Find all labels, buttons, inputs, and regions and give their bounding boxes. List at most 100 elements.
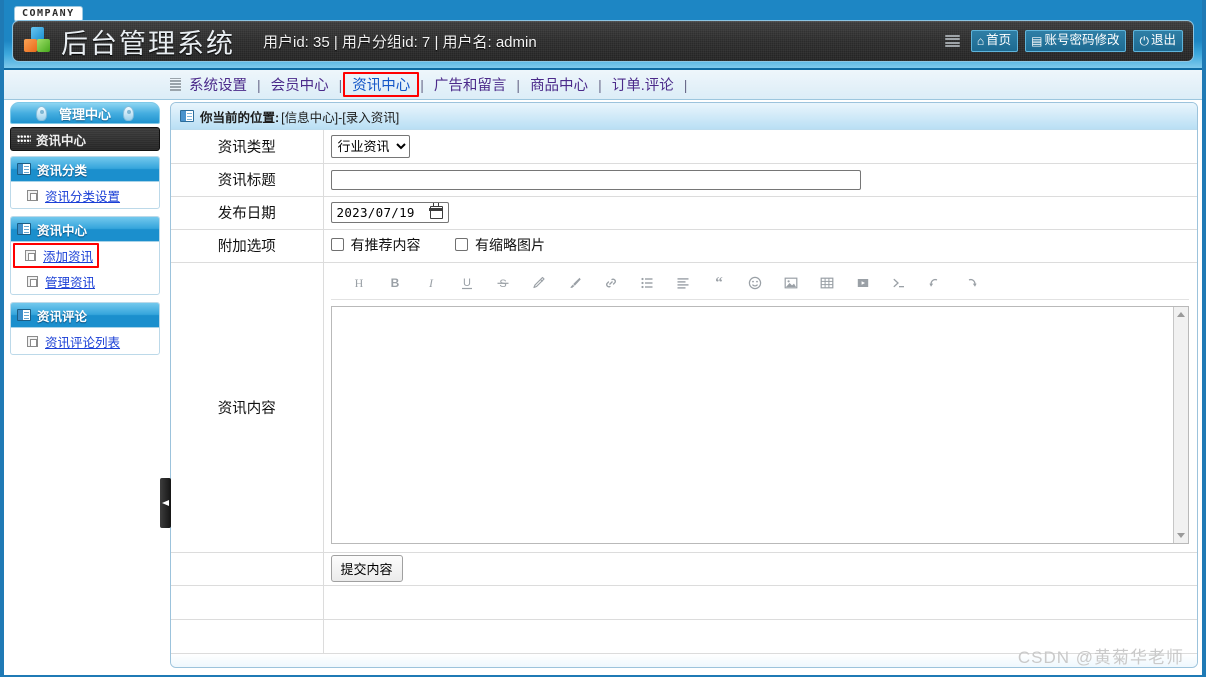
checkbox-box-icon[interactable] <box>330 238 344 252</box>
change-password-button[interactable]: ▤ 账号密码修改 <box>1025 30 1127 52</box>
form-row-extra: 附加选项 有推荐内容 有缩略图片 <box>171 229 1197 263</box>
nav-separator: | <box>683 76 688 93</box>
sidebar-item-label[interactable]: 资讯分类设置 <box>45 186 120 205</box>
sidebar-item-manage-news[interactable]: 管理资讯 <box>11 268 159 294</box>
home-button[interactable]: ⌂ 首页 <box>970 30 1019 52</box>
sidebar-group-label: 资讯分类 <box>37 163 88 178</box>
form-row-date: 发布日期 2023/07/19 <box>171 196 1197 230</box>
italic-icon[interactable]: I <box>413 273 449 293</box>
admin-window: COMPANY 后台管理系统 用户id: 35 | 用户分组id: 7 | 用户… <box>0 0 1206 677</box>
form-row-title: 资讯标题 <box>171 163 1197 197</box>
news-content-editor[interactable] <box>330 305 1189 544</box>
field-news-title <box>323 163 1197 197</box>
submit-row-spacer <box>171 552 324 586</box>
breadcrumb-label: 你当前的位置: <box>200 110 280 125</box>
sidebar-group-label: 资讯评论 <box>37 309 88 324</box>
align-left-icon[interactable] <box>665 273 701 293</box>
label-news-type: 资讯类型 <box>171 130 324 164</box>
svg-text:U: U <box>463 277 471 289</box>
tab-info-center[interactable]: 资讯中心 <box>343 72 420 97</box>
change-password-label: 账号密码修改 <box>1044 33 1120 47</box>
top-nav-bar: 系统设置 | 会员中心 | 资讯中心 | 广告和留言 | 商品中心 | 订单.评… <box>4 70 1202 100</box>
app-header: COMPANY 后台管理系统 用户id: 35 | 用户分组id: 7 | 用户… <box>4 0 1202 70</box>
checkbox-recommended[interactable]: 有推荐内容 <box>330 235 421 255</box>
checkbox-box-icon[interactable] <box>454 238 468 252</box>
sidebar-group-label: 资讯中心 <box>37 223 88 238</box>
tab-system-settings[interactable]: 系统设置 <box>180 73 256 96</box>
form-row-submit: 提交内容 <box>171 552 1197 586</box>
screw-right-icon <box>123 106 134 121</box>
sidebar-title: 管理中心 <box>10 102 160 124</box>
image-icon[interactable] <box>773 273 809 293</box>
panel-icon <box>17 309 31 321</box>
publish-date-input[interactable]: 2023/07/19 <box>330 202 449 223</box>
svg-text:B: B <box>390 276 399 290</box>
label-extra-options: 附加选项 <box>171 229 324 263</box>
pen-icon[interactable] <box>521 273 557 293</box>
breadcrumb-path: [信息中心]-[录入资讯] <box>281 110 400 125</box>
redo-icon[interactable] <box>953 273 989 293</box>
menu-grip-icon[interactable] <box>944 35 960 47</box>
breadcrumb: 你当前的位置: [信息中心]-[录入资讯] <box>171 103 1197 130</box>
tab-ads-messages[interactable]: 广告和留言 <box>425 73 516 96</box>
tab-orders-reviews[interactable]: 订单.评论 <box>603 73 683 96</box>
scroll-up-arrow-icon[interactable] <box>1177 311 1185 317</box>
sidebar-item-category-settings[interactable]: 资讯分类设置 <box>11 182 159 208</box>
sidebar-item-add-news[interactable]: 添加资讯 <box>13 242 157 268</box>
empty-cell <box>171 585 324 620</box>
scroll-down-arrow-icon[interactable] <box>1177 532 1185 538</box>
editor-scrollbar[interactable] <box>1173 306 1188 543</box>
sidebar-item-label[interactable]: 管理资讯 <box>45 272 95 291</box>
sidebar-current-module: 资讯中心 <box>10 127 160 151</box>
svg-text:S: S <box>499 278 506 290</box>
table-icon[interactable] <box>809 273 845 293</box>
page-icon <box>27 275 38 287</box>
tab-product-center[interactable]: 商品中心 <box>521 73 597 96</box>
sidebar-item-label[interactable]: 资讯评论列表 <box>45 332 120 351</box>
link-icon[interactable] <box>593 273 629 293</box>
list-icon: ▤ <box>1031 33 1043 48</box>
calendar-icon[interactable] <box>428 203 444 219</box>
logout-button[interactable]: ⏻ 退出 <box>1133 30 1183 52</box>
bold-icon[interactable]: B <box>377 273 413 293</box>
sidebar-group-news-center: 资讯中心 添加资讯 管理资讯 <box>10 216 160 295</box>
tab-member-center[interactable]: 会员中心 <box>262 73 338 96</box>
body-split: 管理中心 资讯中心 资讯分类 资讯分类设置 资讯中心 添加资讯 管理资讯 资讯评… <box>4 100 1202 675</box>
screw-left-icon <box>36 106 47 121</box>
checkbox-thumbnail[interactable]: 有缩略图片 <box>454 235 545 255</box>
power-icon: ⏻ <box>1139 33 1149 48</box>
brush-icon[interactable] <box>557 273 593 293</box>
underline-icon[interactable]: U <box>449 273 485 293</box>
label-publish-date: 发布日期 <box>171 196 324 230</box>
location-icon <box>180 110 194 122</box>
video-icon[interactable] <box>845 273 881 293</box>
news-type-select[interactable]: 行业资讯 <box>330 134 410 158</box>
undo-icon[interactable] <box>917 273 953 293</box>
sidebar-group-news-comments: 资讯评论 资讯评论列表 <box>10 302 160 355</box>
header-bar: 后台管理系统 用户id: 35 | 用户分组id: 7 | 用户名: admin… <box>12 20 1194 62</box>
quote-icon[interactable]: “ <box>701 273 737 293</box>
page-icon <box>27 335 38 347</box>
sidebar-item-comment-list[interactable]: 资讯评论列表 <box>11 328 159 354</box>
field-submit: 提交内容 <box>323 552 1197 586</box>
svg-text:H: H <box>354 276 363 290</box>
heading-icon[interactable]: H <box>341 273 377 293</box>
empty-cell <box>171 619 324 654</box>
field-news-type: 行业资讯 <box>323 130 1197 164</box>
header-actions: ⌂ 首页 ▤ 账号密码修改 ⏻ 退出 <box>944 30 1183 52</box>
news-title-input[interactable] <box>330 169 861 190</box>
emoji-icon[interactable] <box>737 273 773 293</box>
strikethrough-icon[interactable]: S <box>485 273 521 293</box>
code-icon[interactable] <box>881 273 917 293</box>
submit-button[interactable]: 提交内容 <box>330 555 403 582</box>
bullet-list-icon[interactable] <box>629 273 665 293</box>
label-news-content: 资讯内容 <box>171 262 324 553</box>
sidebar-group-header: 资讯中心 <box>11 217 159 242</box>
svg-text:I: I <box>428 276 434 290</box>
cubes-logo-icon <box>23 26 53 56</box>
nav-tab-list: 系统设置 | 会员中心 | 资讯中心 | 广告和留言 | 商品中心 | 订单.评… <box>180 72 688 97</box>
sidebar-item-label[interactable]: 添加资讯 <box>43 246 93 265</box>
content-panel: 你当前的位置: [信息中心]-[录入资讯] 资讯类型 行业资讯 资讯标题 发布日… <box>170 102 1198 668</box>
sidebar-collapse-handle[interactable] <box>160 478 171 528</box>
news-form: 资讯类型 行业资讯 资讯标题 发布日期 2023/07/19 附加选项 有推荐内… <box>171 130 1197 654</box>
